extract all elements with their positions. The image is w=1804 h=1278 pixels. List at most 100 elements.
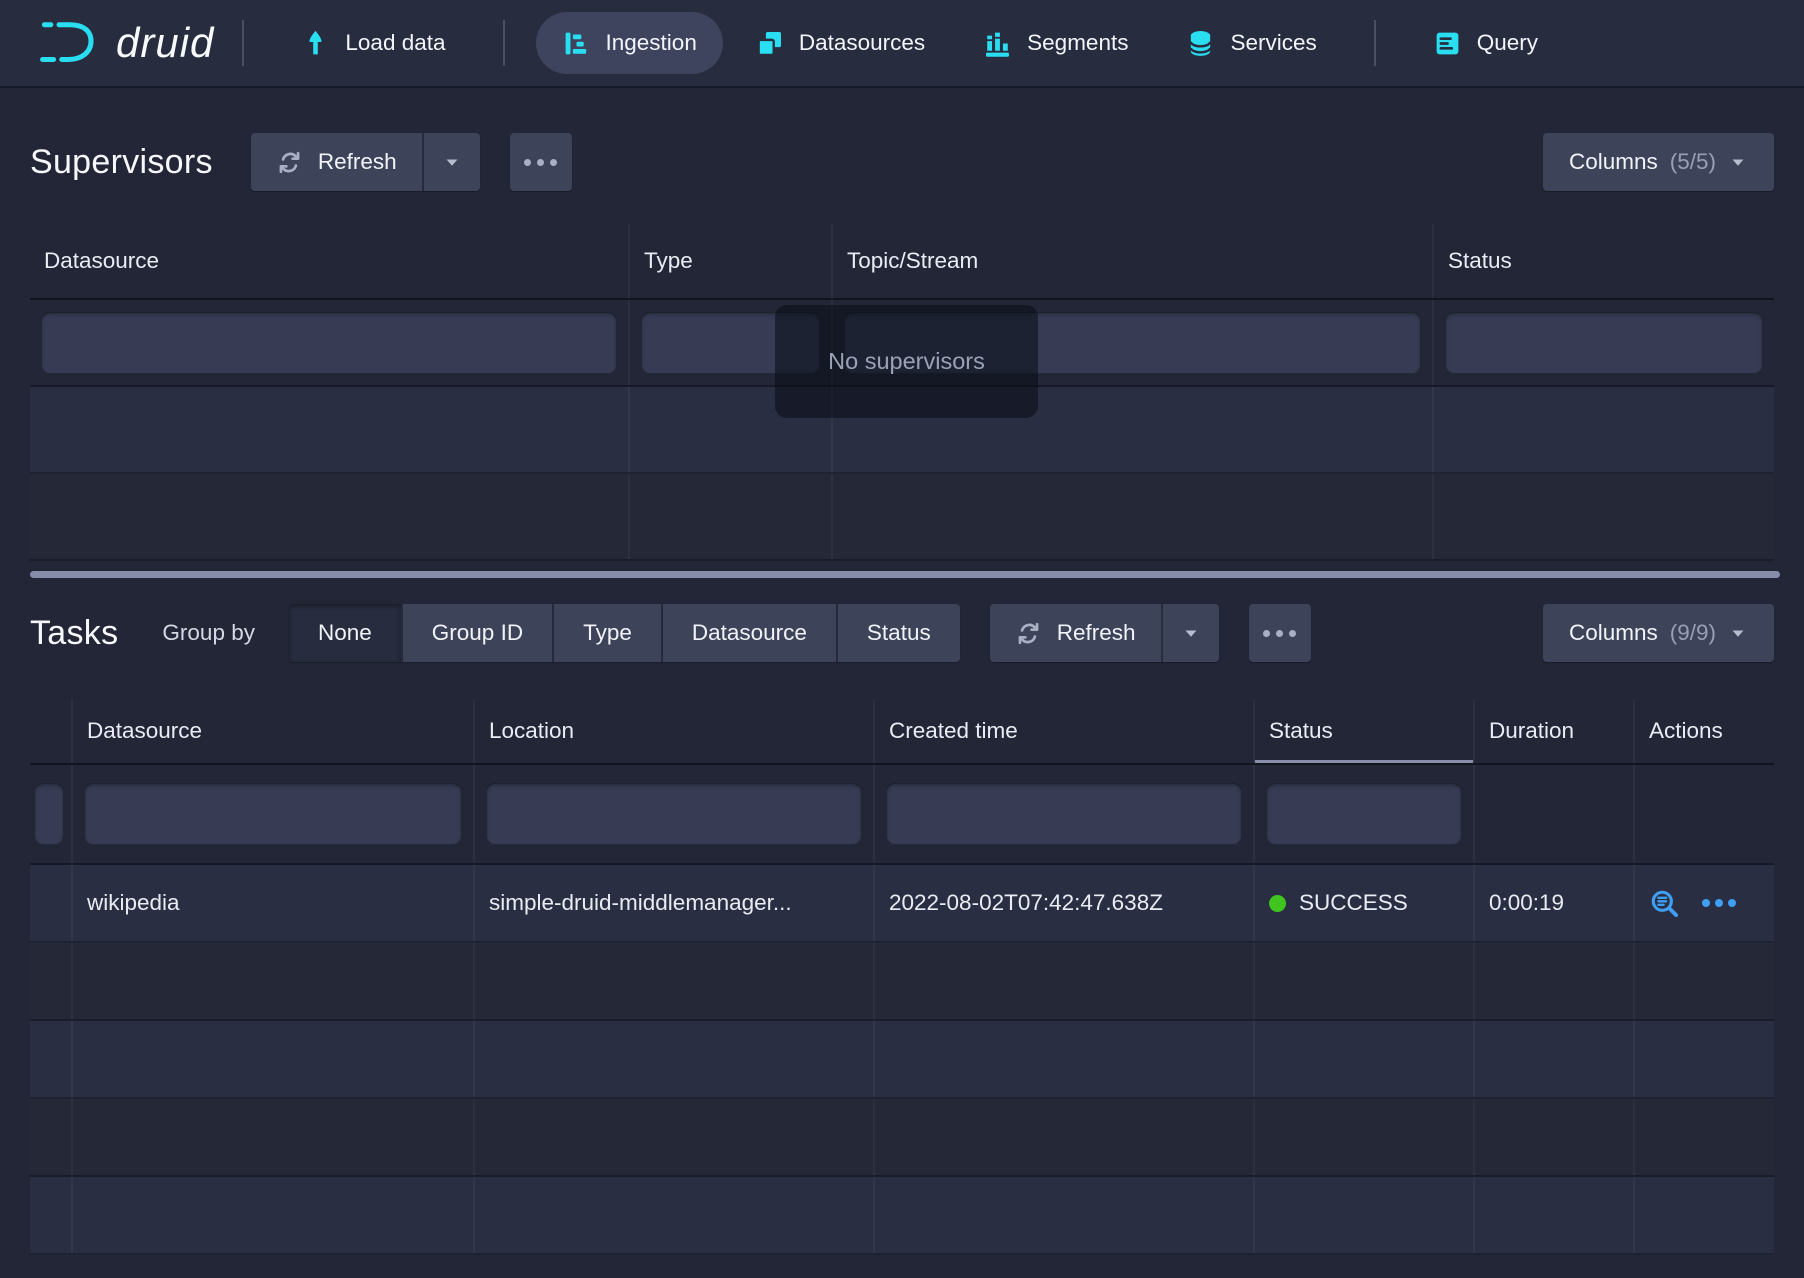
nav-item-label: Query [1477,30,1538,56]
nav-item-segments[interactable]: Segments [957,12,1154,74]
more-icon [524,159,531,166]
services-icon [1186,29,1215,58]
status-filter-input[interactable] [1266,783,1462,845]
column-header-expander[interactable] [30,699,73,763]
druid-logo-icon [38,16,102,70]
load-data-icon [301,29,330,58]
refresh-label: Refresh [1057,620,1136,646]
supervisors-title: Supervisors [30,143,213,182]
view-task-details-button[interactable] [1649,888,1680,919]
supervisors-refresh-interval-button[interactable] [422,133,480,191]
nav-item-query[interactable]: Query [1407,12,1564,74]
nav-item-label: Load data [345,30,445,56]
nav-item-datasources[interactable]: Datasources [729,12,951,74]
group-by-segmented-control: None Group ID Type Datasource Status [289,604,960,662]
table-row [30,943,1774,1021]
column-header-type[interactable]: Type [630,224,833,298]
nav-item-label: Datasources [799,30,925,56]
refresh-icon [276,149,303,176]
more-icon [1702,899,1710,907]
column-header-duration[interactable]: Duration [1475,699,1635,763]
created-time-cell: 2022-08-02T07:42:47.638Z [875,865,1255,941]
columns-count: (9/9) [1670,620,1716,646]
created-time-filter-input[interactable] [886,783,1242,845]
group-by-status-button[interactable]: Status [838,604,960,662]
tasks-table: Datasource Location Created time Status … [30,699,1774,1255]
task-row-wikipedia[interactable]: wikipedia simple-druid-middlemanager... … [30,865,1774,943]
table-row [30,1177,1774,1255]
actions-cell [1635,865,1774,941]
horizontal-scrollbar[interactable] [30,571,1780,578]
supervisors-view: Supervisors Refresh [0,133,1804,578]
tasks-refresh-button[interactable]: Refresh [990,604,1161,662]
supervisors-refresh-button[interactable]: Refresh [251,133,422,191]
column-header-location[interactable]: Location [475,699,875,763]
expander-cell [30,865,73,941]
status-filter-input[interactable] [1445,312,1763,374]
refresh-icon [1015,620,1042,647]
nav-item-services[interactable]: Services [1160,12,1342,74]
expander-filter-input[interactable] [34,783,64,845]
nav-item-label: Segments [1027,30,1128,56]
group-by-datasource-button[interactable]: Datasource [663,604,838,662]
ingestion-icon [562,29,591,58]
datasource-filter-input[interactable] [41,312,617,374]
group-by-none-button[interactable]: None [289,604,403,662]
chevron-down-icon [1728,623,1748,643]
chevron-down-icon [442,152,462,172]
nav-item-label: Services [1230,30,1316,56]
druid-logo-text: druid [116,19,214,67]
group-by-label: Group by [162,620,255,646]
columns-count: (5/5) [1670,149,1716,175]
no-supervisors-overlay: No supervisors [775,305,1038,418]
nav-item-load-data[interactable]: Load data [275,12,471,74]
segments-icon [983,29,1012,58]
more-icon [1263,630,1270,637]
druid-logo[interactable]: druid [38,16,214,70]
supervisors-header-row: Datasource Type Topic/Stream Status [30,224,1774,300]
tasks-refresh-group: Refresh [990,604,1219,662]
tasks-view: Tasks Group by None Group ID Type Dataso… [0,604,1804,1255]
search-details-icon [1649,888,1680,919]
top-nav: druid Load data Ingestion [0,0,1804,88]
chevron-down-icon [1181,623,1201,643]
supervisors-refresh-group: Refresh [251,133,480,191]
column-header-actions[interactable]: Actions [1635,699,1774,763]
nav-divider [503,20,505,66]
tasks-more-button[interactable] [1249,604,1311,662]
status-badge: SUCCESS [1299,890,1408,916]
refresh-label: Refresh [318,149,397,175]
task-actions-menu-button[interactable] [1702,899,1736,907]
column-header-datasource[interactable]: Datasource [73,699,475,763]
group-by-group-id-button[interactable]: Group ID [403,604,554,662]
column-header-topic-stream[interactable]: Topic/Stream [833,224,1434,298]
tasks-columns-button[interactable]: Columns (9/9) [1543,604,1774,662]
datasource-filter-input[interactable] [84,783,462,845]
datasource-cell: wikipedia [73,865,475,941]
supervisors-more-button[interactable] [510,133,572,191]
supervisors-controls: Supervisors Refresh [30,133,1774,191]
column-header-status[interactable]: Status [1434,224,1774,298]
nav-divider [242,20,244,66]
column-header-datasource[interactable]: Datasource [30,224,630,298]
supervisors-columns-button[interactable]: Columns (5/5) [1543,133,1774,191]
table-row [30,1021,1774,1099]
supervisors-table: Datasource Type Topic/Stream Status No s… [30,224,1774,561]
tasks-header-row: Datasource Location Created time Status … [30,699,1774,765]
location-cell: simple-druid-middlemanager... [475,865,875,941]
column-header-status-sorted[interactable]: Status [1255,699,1475,763]
column-header-created-time[interactable]: Created time [875,699,1255,763]
tasks-refresh-interval-button[interactable] [1161,604,1219,662]
nav-item-ingestion[interactable]: Ingestion [536,12,723,74]
status-success-dot [1269,895,1286,912]
nav-divider [1374,20,1376,66]
group-by-type-button[interactable]: Type [554,604,663,662]
columns-label: Columns [1569,620,1658,646]
location-filter-input[interactable] [486,783,862,845]
duration-cell: 0:00:19 [1475,865,1635,941]
nav-item-label: Ingestion [606,30,697,56]
tasks-title: Tasks [30,614,118,653]
empty-message: No supervisors [828,348,985,375]
druid-console: druid Load data Ingestion [0,0,1804,1278]
query-icon [1433,29,1462,58]
